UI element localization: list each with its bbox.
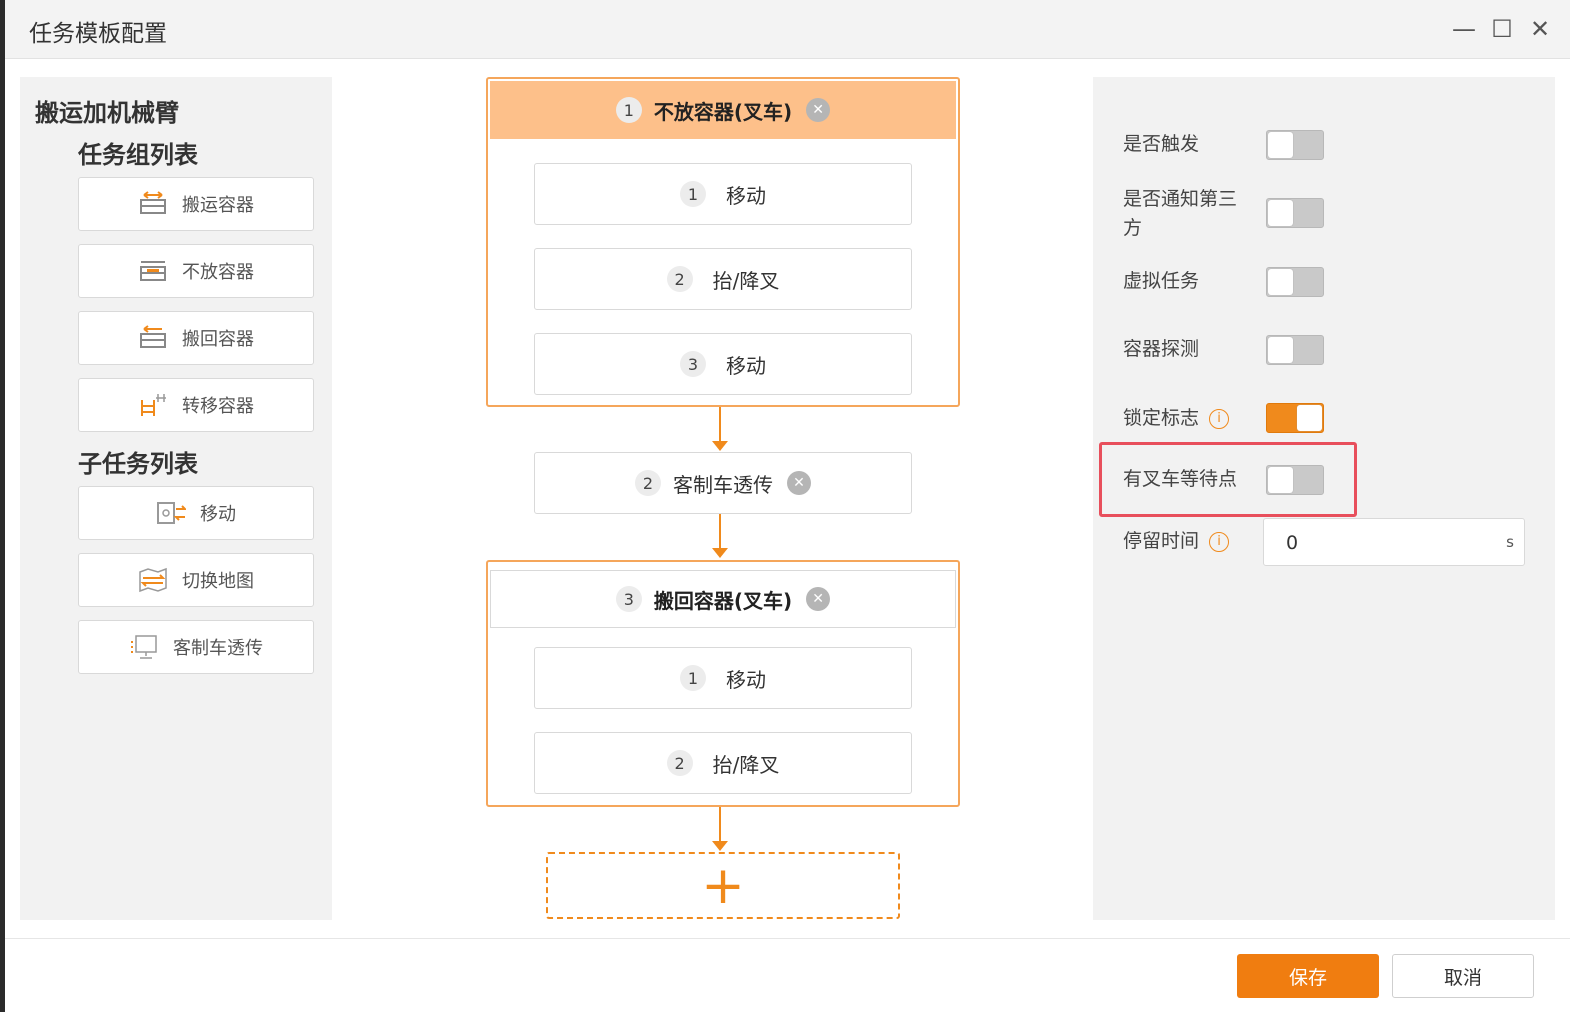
container-detect-toggle[interactable] <box>1266 335 1324 365</box>
save-button[interactable]: 保存 <box>1237 954 1379 998</box>
switch-map-icon <box>138 567 168 593</box>
task-group-title: 搬回容器(叉车) <box>653 588 793 613</box>
group-item-label: 搬回容器 <box>182 329 254 350</box>
toggle-knob <box>1268 269 1293 295</box>
subtask-label: 抬/降叉 <box>712 268 780 293</box>
flow-arrow-icon <box>712 841 728 851</box>
virtual-task-toggle[interactable] <box>1266 267 1324 297</box>
subtask-list-title: 子任务列表 <box>78 450 198 478</box>
notify-third-party-toggle[interactable] <box>1266 198 1324 228</box>
subtask-step[interactable]: 1 移动 <box>534 163 912 225</box>
group-item-label: 搬运容器 <box>182 195 254 216</box>
step-number: 2 <box>666 266 693 292</box>
stay-time-input[interactable] <box>1264 519 1508 567</box>
task-group-header[interactable]: 1 不放容器(叉车) ✕ <box>490 81 956 139</box>
return-container-icon <box>138 325 168 351</box>
label-line: 是否通知第三 <box>1123 188 1238 210</box>
step-number: 3 <box>615 586 642 612</box>
left-panel: 搬运加机械臂 任务组列表 搬运容器 不放容器 搬回容器 转移容器 子任务列表 移… <box>20 77 332 920</box>
stay-time-unit: s <box>1506 533 1514 551</box>
task-group-title: 客制车透传 <box>673 472 773 497</box>
info-icon[interactable]: i <box>1209 531 1230 552</box>
group-item-label: 转移容器 <box>182 396 254 417</box>
step-number: 2 <box>635 470 661 496</box>
flow-arrow-icon <box>712 548 728 558</box>
info-icon[interactable]: i <box>1209 408 1230 429</box>
flow-connector <box>719 407 721 443</box>
close-window-button[interactable]: ✕ <box>1527 14 1553 44</box>
subtask-item-custom-passthrough[interactable]: 客制车透传 <box>78 620 314 674</box>
stay-time-label: 停留时间 i <box>1123 527 1230 556</box>
container-detect-label: 容器探测 <box>1123 338 1200 360</box>
stay-time-text: 停留时间 <box>1123 530 1200 552</box>
window-title: 任务模板配置 <box>29 21 167 47</box>
trigger-label: 是否触发 <box>1123 133 1200 155</box>
subtask-label: 移动 <box>726 183 766 208</box>
remove-group-button[interactable]: ✕ <box>806 98 831 122</box>
flow-arrow-icon <box>712 441 728 451</box>
subtask-item-switch-map[interactable]: 切换地图 <box>78 553 314 607</box>
lock-flag-label: 锁定标志 i <box>1123 404 1230 433</box>
task-group-title: 不放容器(叉车) <box>653 99 793 124</box>
group-item-return-container[interactable]: 搬回容器 <box>78 311 314 365</box>
group-list-title: 任务组列表 <box>78 141 198 169</box>
notify-third-party-label: 是否通知第三 方 <box>1123 185 1237 243</box>
flow-connector <box>719 807 721 843</box>
remove-group-button[interactable]: ✕ <box>806 587 831 611</box>
carry-container-icon <box>138 191 168 217</box>
maximize-button[interactable]: ☐ <box>1489 14 1515 44</box>
template-name: 搬运加机械臂 <box>35 99 179 127</box>
subtask-item-label: 客制车透传 <box>173 638 263 659</box>
group-item-carry-container[interactable]: 搬运容器 <box>78 177 314 231</box>
cancel-button[interactable]: 取消 <box>1392 954 1534 998</box>
task-group-2[interactable]: 2 客制车透传 ✕ <box>534 452 912 514</box>
lock-flag-text: 锁定标志 <box>1123 407 1200 429</box>
toggle-knob <box>1268 200 1293 226</box>
stay-time-field[interactable]: s <box>1263 518 1525 567</box>
highlight-box <box>1099 442 1357 517</box>
custom-vehicle-passthrough-icon <box>129 634 159 660</box>
subtask-step[interactable]: 3 移动 <box>534 333 912 395</box>
group-item-transfer-container[interactable]: 转移容器 <box>78 378 314 432</box>
subtask-item-label: 移动 <box>200 504 236 525</box>
flow-connector <box>719 514 721 550</box>
transfer-container-icon <box>138 392 168 418</box>
step-number: 3 <box>680 351 706 377</box>
group-item-no-drop-container[interactable]: 不放容器 <box>78 244 314 298</box>
subtask-step[interactable]: 2 抬/降叉 <box>534 732 912 794</box>
lock-flag-toggle[interactable] <box>1266 403 1324 433</box>
step-number: 1 <box>680 181 706 207</box>
subtask-step[interactable]: 1 移动 <box>534 647 912 709</box>
step-number: 1 <box>615 97 642 123</box>
toggle-knob <box>1268 337 1293 363</box>
subtask-item-move[interactable]: 移动 <box>78 486 314 540</box>
step-number: 2 <box>666 750 693 776</box>
move-icon <box>156 500 186 526</box>
subtask-label: 移动 <box>726 667 766 692</box>
toggle-knob <box>1297 405 1322 431</box>
window-left-edge <box>0 0 5 1012</box>
remove-group-button[interactable]: ✕ <box>787 471 811 495</box>
group-item-label: 不放容器 <box>182 262 254 283</box>
trigger-toggle[interactable] <box>1266 130 1324 160</box>
subtask-label: 移动 <box>726 353 766 378</box>
label-line: 方 <box>1123 217 1143 239</box>
task-group-header[interactable]: 3 搬回容器(叉车) ✕ <box>490 570 956 628</box>
step-number: 1 <box>680 665 706 691</box>
subtask-label: 抬/降叉 <box>712 752 780 777</box>
subtask-item-label: 切换地图 <box>182 571 254 592</box>
subtask-step[interactable]: 2 抬/降叉 <box>534 248 912 310</box>
no-drop-container-icon <box>138 258 168 284</box>
virtual-task-label: 虚拟任务 <box>1123 270 1200 292</box>
toggle-knob <box>1268 132 1293 158</box>
minimize-button[interactable]: — <box>1451 14 1477 44</box>
title-bar: 任务模板配置 — ☐ ✕ <box>5 0 1570 59</box>
add-task-group-button[interactable]: + <box>546 852 900 919</box>
